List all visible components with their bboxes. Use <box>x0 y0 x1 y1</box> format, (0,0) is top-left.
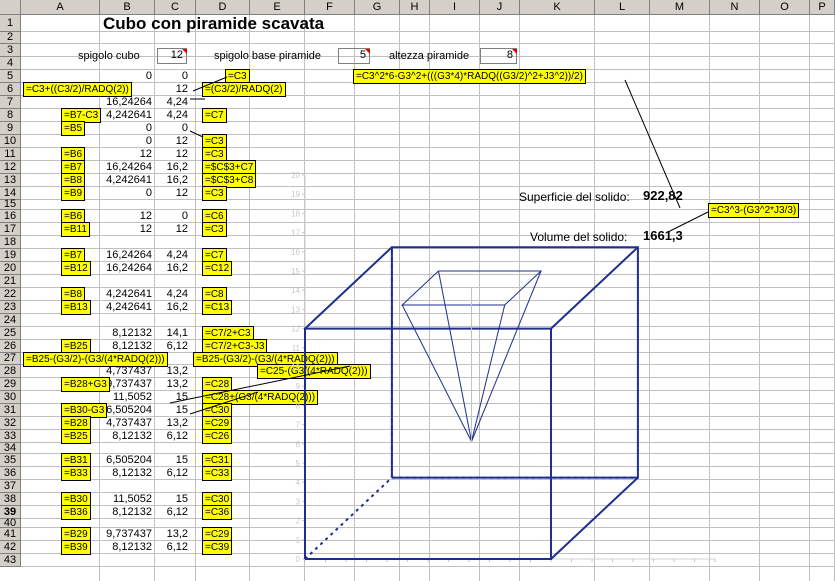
callout-leader <box>192 76 228 92</box>
callout-leader <box>189 391 259 415</box>
callout-leader <box>667 211 709 233</box>
y-tick-label: 16 <box>291 248 300 257</box>
chart-series-12 <box>438 270 472 442</box>
y-tick-label: 17 <box>291 229 300 238</box>
chart-series-11 <box>471 270 542 442</box>
chart-series-9 <box>401 304 472 442</box>
y-tick-label: 9 <box>296 382 301 391</box>
chart-series-4 <box>550 476 639 560</box>
y-tick-label: 18 <box>291 209 300 218</box>
y-tick-label: 5 <box>296 459 301 468</box>
y-tick-label: 4 <box>296 478 301 487</box>
chart-series-3 <box>550 246 639 330</box>
y-tick-label: 7 <box>296 421 301 430</box>
y-tick-label: 10 <box>291 363 300 372</box>
y-tick-label: 2 <box>296 517 301 526</box>
y-tick-label: 13 <box>291 305 300 314</box>
y-tick-label: 0 <box>296 555 301 564</box>
y-tick-label: 3 <box>296 497 301 506</box>
callout-leader <box>189 130 204 138</box>
cube-pyramid-chart[interactable]: 01234567891011121314151617181920 <box>0 0 835 581</box>
y-tick-label: 15 <box>291 267 300 276</box>
y-tick-label: 11 <box>292 344 301 353</box>
callout-leader <box>169 365 351 404</box>
y-tick-label: 14 <box>291 286 300 295</box>
y-tick-label: 6 <box>296 440 301 449</box>
chart-series-5 <box>304 476 393 560</box>
y-tick-label: 19 <box>291 190 300 199</box>
callout-leader <box>624 79 681 209</box>
y-tick-label: 1 <box>296 536 301 545</box>
y-tick-label: 12 <box>291 325 300 334</box>
y-tick-label: 8 <box>296 401 301 410</box>
chart-series-2 <box>304 246 393 330</box>
y-tick-label: 20 <box>291 171 300 180</box>
spreadsheet: ABCDEFGHIJKLMNOP 1 2 3 4 5 6 7 8 9 10 11 12 13 14 15 16… <box>0 0 835 581</box>
